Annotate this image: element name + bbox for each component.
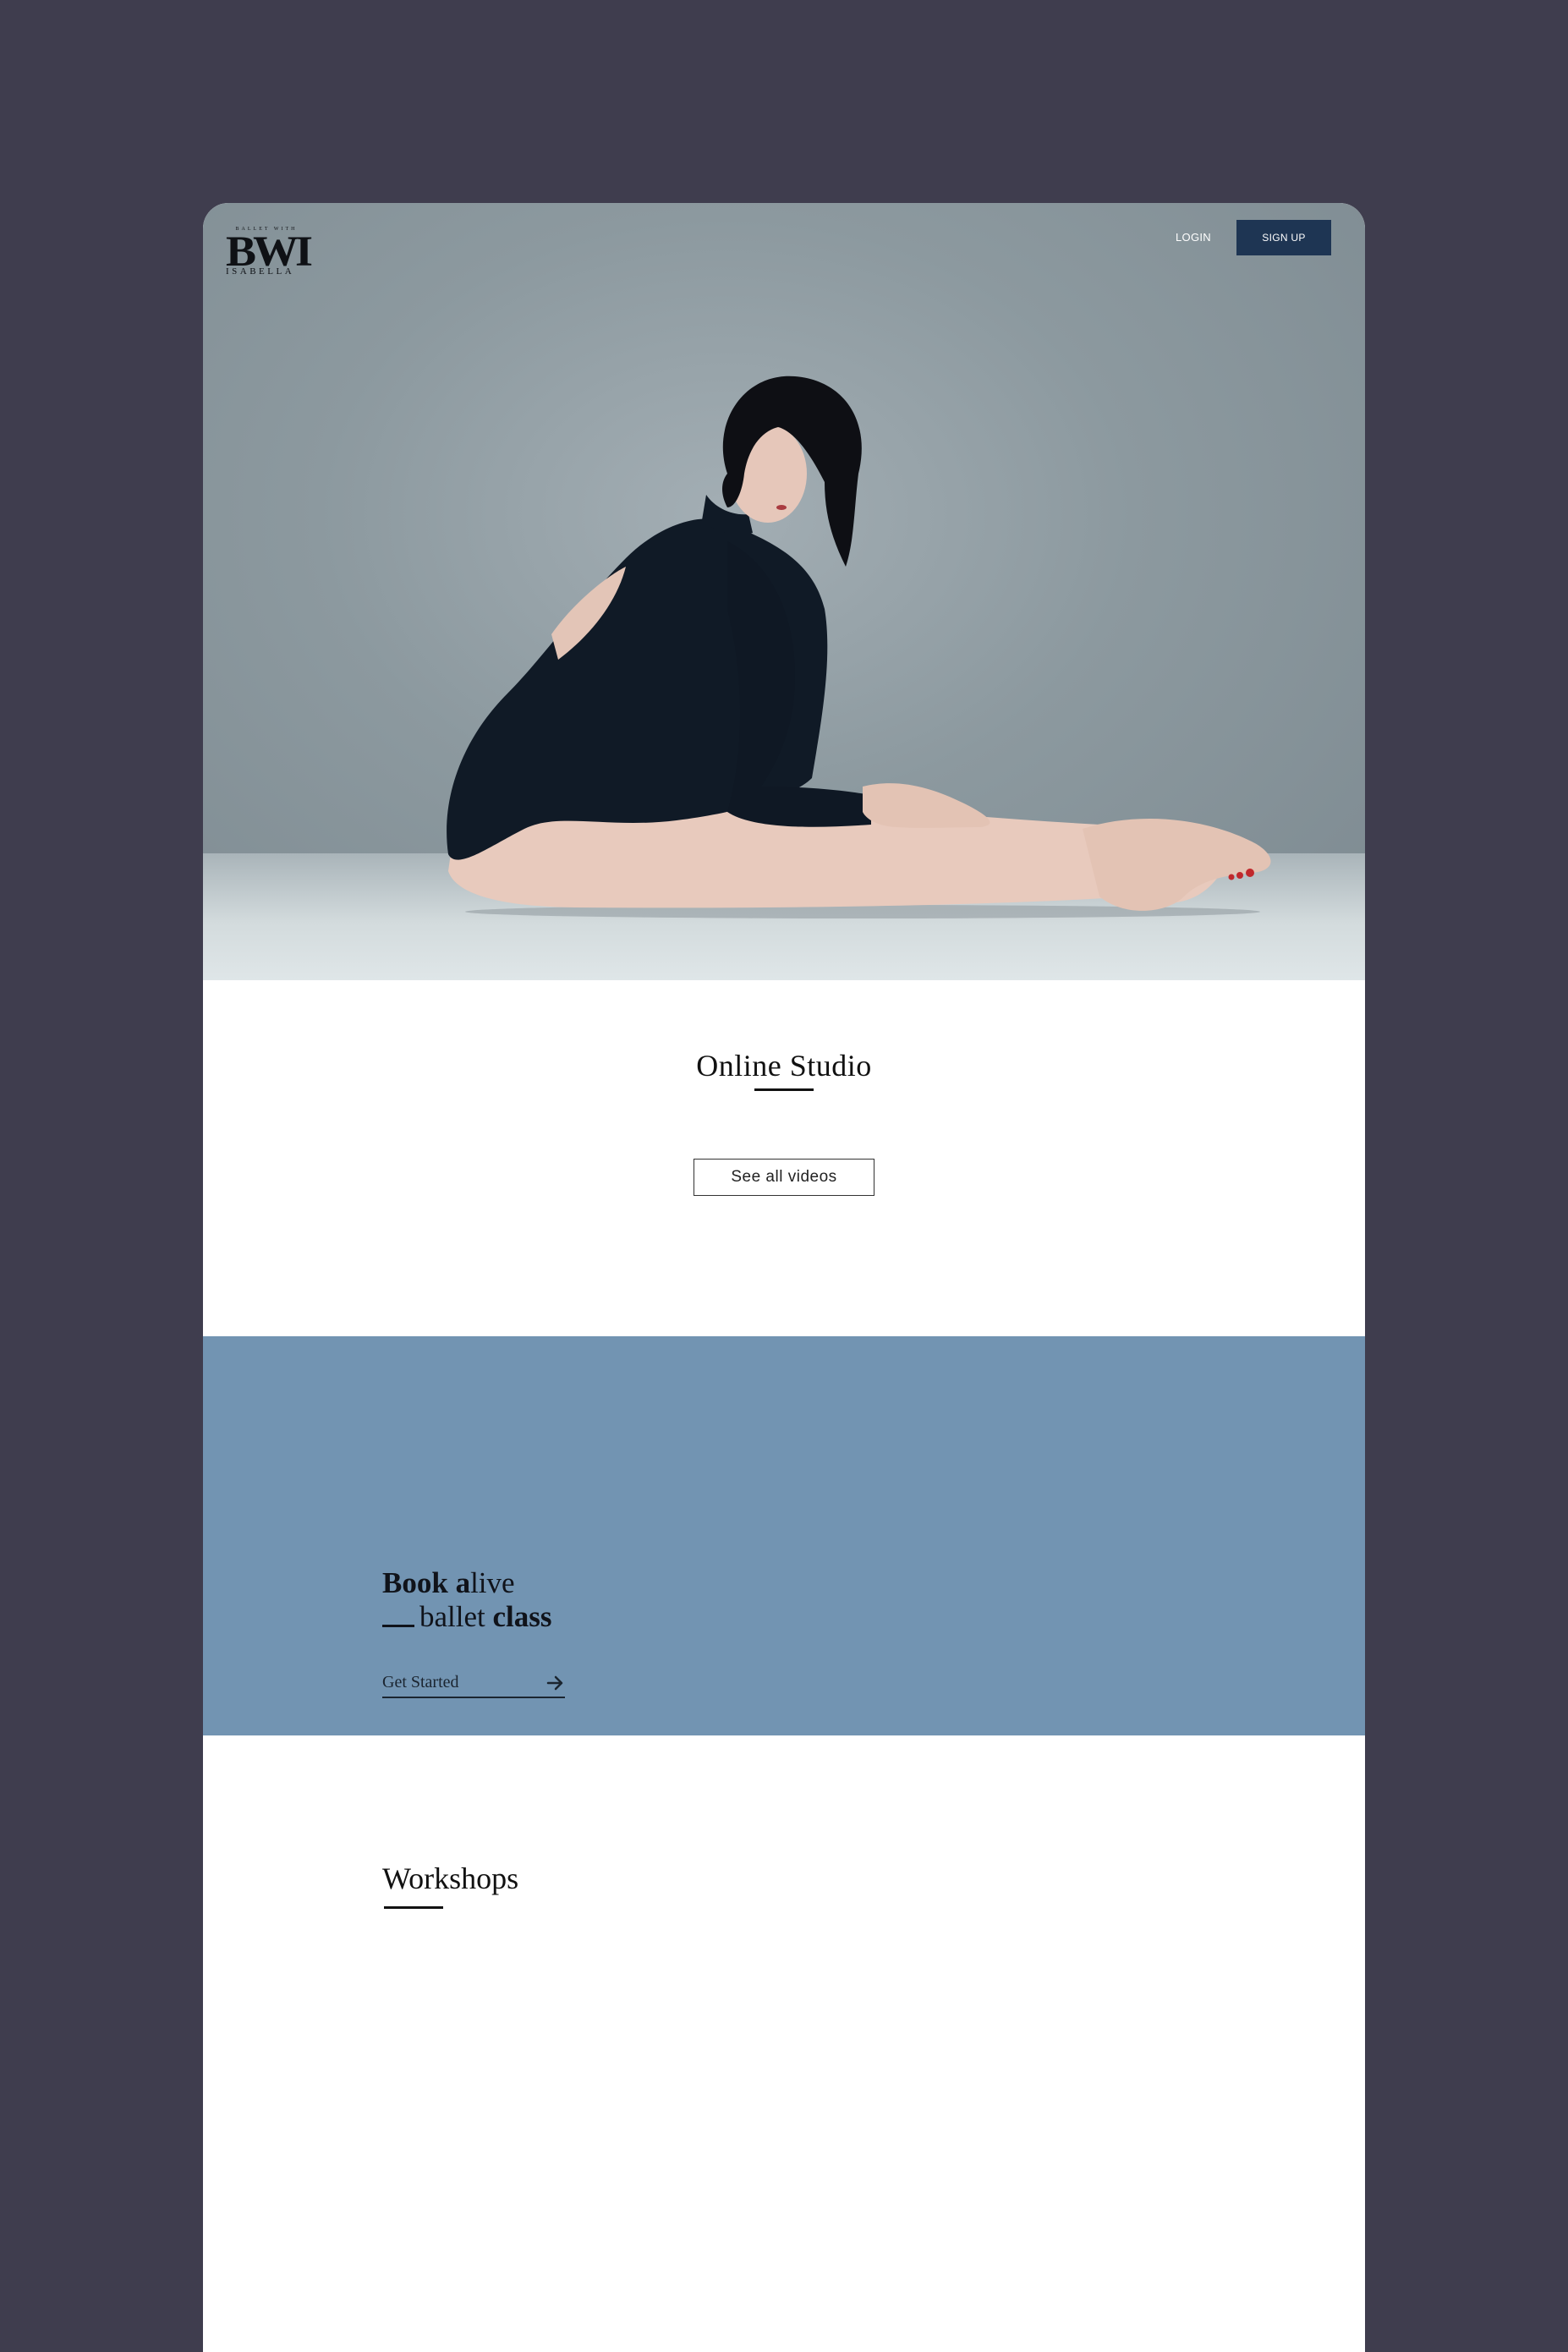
hero-section: BALLET WITH BWI ISABELLA LOGIN SIGN UP xyxy=(203,203,1365,980)
get-started-link[interactable]: Get Started xyxy=(382,1673,565,1698)
signup-button[interactable]: SIGN UP xyxy=(1236,220,1331,255)
brand-logo[interactable]: BALLET WITH BWI ISABELLA xyxy=(226,227,313,277)
book-live-class-section: Book alive ballet class Get Started xyxy=(203,1336,1365,1735)
website-frame: BALLET WITH BWI ISABELLA LOGIN SIGN UP O… xyxy=(203,203,1365,2352)
book-heading-line2: ballet class xyxy=(382,1600,552,1634)
logo-bottom-text: ISABELLA xyxy=(226,266,295,277)
workshops-title-underline xyxy=(384,1906,443,1909)
workshops-section: Workshops xyxy=(203,1735,1365,2352)
live-word: live xyxy=(470,1566,515,1599)
login-link[interactable]: LOGIN xyxy=(1176,231,1211,244)
book-heading-line1: Book alive xyxy=(382,1566,515,1600)
hero-dancer-image xyxy=(447,376,1271,918)
see-all-videos-button[interactable]: See all videos xyxy=(694,1159,874,1196)
class-word: class xyxy=(492,1600,552,1633)
book-word: Book xyxy=(382,1566,448,1599)
studio-title-underline xyxy=(754,1088,814,1091)
heading-dash xyxy=(382,1625,414,1628)
ballet-word: ballet xyxy=(419,1600,485,1633)
a-word: a xyxy=(455,1566,471,1599)
workshops-title: Workshops xyxy=(382,1861,519,1895)
get-started-label: Get Started xyxy=(382,1673,459,1691)
online-studio-section: Online Studio See all videos xyxy=(203,980,1365,1336)
studio-title: Online Studio xyxy=(696,1049,872,1083)
arrow-right-icon xyxy=(546,1675,563,1691)
